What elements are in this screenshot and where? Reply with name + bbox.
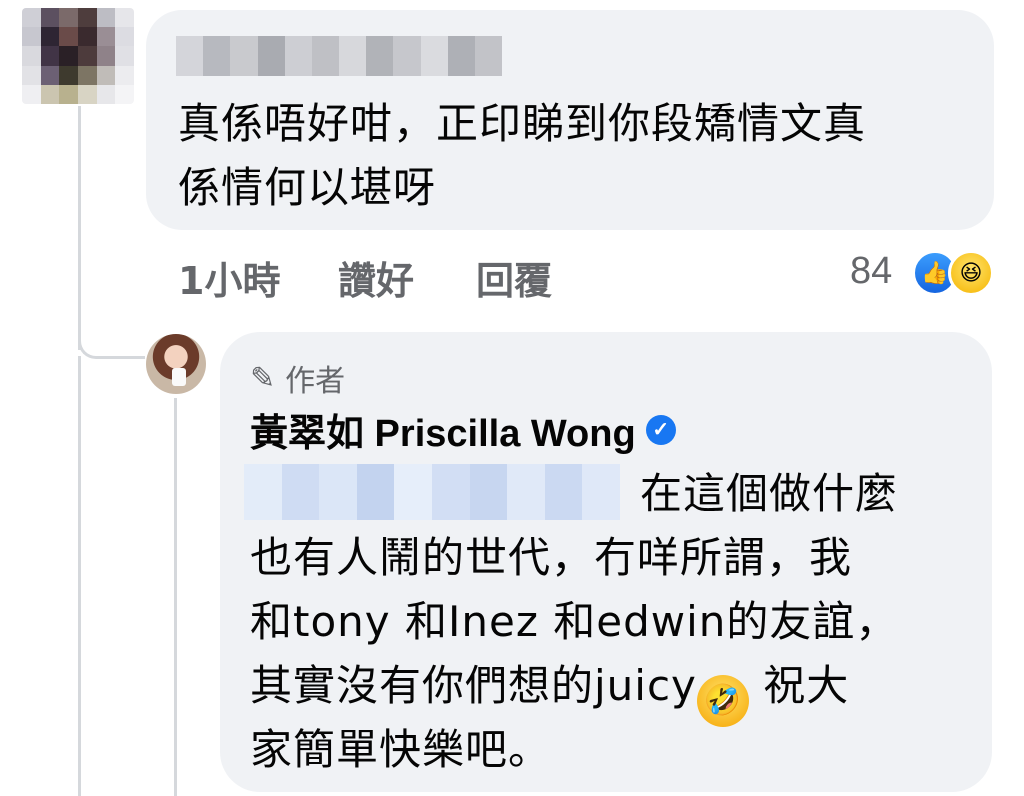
reply-text-line: 也有人鬧的世代，冇咩所謂，我	[250, 533, 853, 582]
thread-connector	[78, 300, 145, 359]
avatar[interactable]	[22, 8, 134, 104]
reply-text-line: 和tony 和Inez 和edwin的友誼，	[250, 597, 899, 646]
reaction-count[interactable]: 84	[850, 250, 892, 293]
timestamp[interactable]: 1小時	[178, 250, 280, 305]
reply-text-line: 在這個做什麼	[640, 469, 899, 518]
comment-text-line: 係情何以堪呀	[178, 163, 437, 212]
pencil-icon: ✎	[250, 360, 276, 396]
author-name-text[interactable]: 黃翠如 Priscilla Wong	[250, 402, 636, 457]
comment-text-line: 真係唔好咁，正印睇到你段矯情文真	[178, 99, 867, 148]
author-badge-label: 作者	[285, 364, 346, 399]
rofl-emoji-icon: 🤣	[696, 675, 749, 727]
like-button[interactable]: 讚好	[338, 250, 414, 305]
author-avatar[interactable]	[146, 334, 206, 394]
mention-blurred[interactable]	[244, 464, 620, 520]
reply-text-line-with-emoji: 其實沒有你們想的juicy 🤣 祝大	[250, 654, 849, 727]
reply-button[interactable]: 回覆	[476, 250, 552, 305]
reply-text-line: 家簡單快樂吧。	[250, 725, 552, 774]
author-name[interactable]: 黃翠如 Priscilla Wong ✓	[250, 402, 676, 457]
reply-text-line: 其實沒有你們想的juicy	[250, 661, 697, 710]
haha-icon[interactable]: 😆	[948, 250, 994, 296]
author-badge: ✎ 作者	[250, 356, 345, 400]
comment-text: 真係唔好咁，正印睇到你段矯情文真 係情何以堪呀	[178, 92, 978, 220]
verified-badge-icon: ✓	[645, 414, 676, 445]
reply-text-line: 祝大	[763, 661, 850, 710]
thread-line-reply	[174, 398, 177, 796]
thread-line-parent	[78, 356, 81, 796]
commenter-name-blurred[interactable]	[176, 36, 503, 76]
